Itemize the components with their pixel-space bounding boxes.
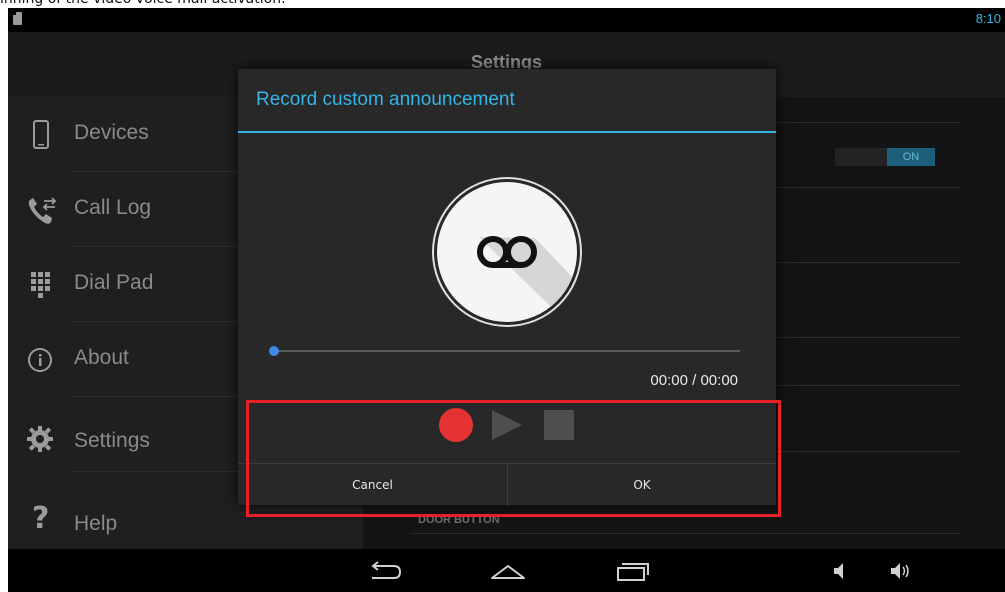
dialog-title-divider xyxy=(238,131,776,133)
door-button-section-label: DOOR BUTTON xyxy=(418,514,500,526)
phone-icon xyxy=(26,119,56,149)
record-button[interactable] xyxy=(439,408,473,442)
playback-seekbar[interactable] xyxy=(274,350,740,352)
call-log-icon xyxy=(26,196,57,226)
recent-apps-icon[interactable] xyxy=(612,557,652,585)
seekbar-thumb[interactable] xyxy=(269,346,279,356)
home-icon[interactable] xyxy=(488,557,528,585)
play-button[interactable] xyxy=(492,410,522,440)
ok-button[interactable]: OK xyxy=(508,464,776,506)
gear-icon xyxy=(26,424,56,454)
navigation-bar xyxy=(8,549,1005,592)
sidebar-item-label: Devices xyxy=(74,121,149,144)
cancel-button[interactable]: Cancel xyxy=(238,464,507,506)
playback-time: 00:00 / 00:00 xyxy=(650,372,738,389)
device-screen: 8:10 Settings Devices Call Log Dial Pad xyxy=(8,8,1005,592)
sidebar-item-label: About xyxy=(74,346,129,369)
status-bar: 8:10 xyxy=(8,8,1005,32)
sidebar-item-label: Settings xyxy=(74,429,150,452)
sidebar-item-label: Dial Pad xyxy=(74,271,154,294)
info-icon xyxy=(26,345,56,375)
recording-controls xyxy=(238,396,776,466)
stop-button[interactable] xyxy=(544,410,574,440)
volume-down-icon[interactable] xyxy=(830,557,850,585)
settings-divider xyxy=(410,533,960,534)
svg-text:?: ? xyxy=(32,502,49,534)
sidebar-item-label: Help xyxy=(74,512,118,535)
settings-toggle[interactable]: ON xyxy=(835,148,935,166)
sidebar-item-label: Call Log xyxy=(74,196,152,219)
volume-up-icon[interactable] xyxy=(888,557,912,585)
voicemail-icon xyxy=(437,182,577,322)
dialpad-icon xyxy=(26,269,56,299)
status-clock: 8:10 xyxy=(975,11,1001,26)
back-icon[interactable] xyxy=(364,557,404,585)
question-icon: ? xyxy=(26,501,56,536)
toggle-on-label: ON xyxy=(887,148,935,166)
dialog-button-row: Cancel OK xyxy=(238,463,776,506)
record-announcement-dialog: Record custom announcement 00:00 / 00:00… xyxy=(238,69,776,506)
sd-card-icon xyxy=(13,12,22,25)
dialog-title: Record custom announcement xyxy=(256,89,515,110)
